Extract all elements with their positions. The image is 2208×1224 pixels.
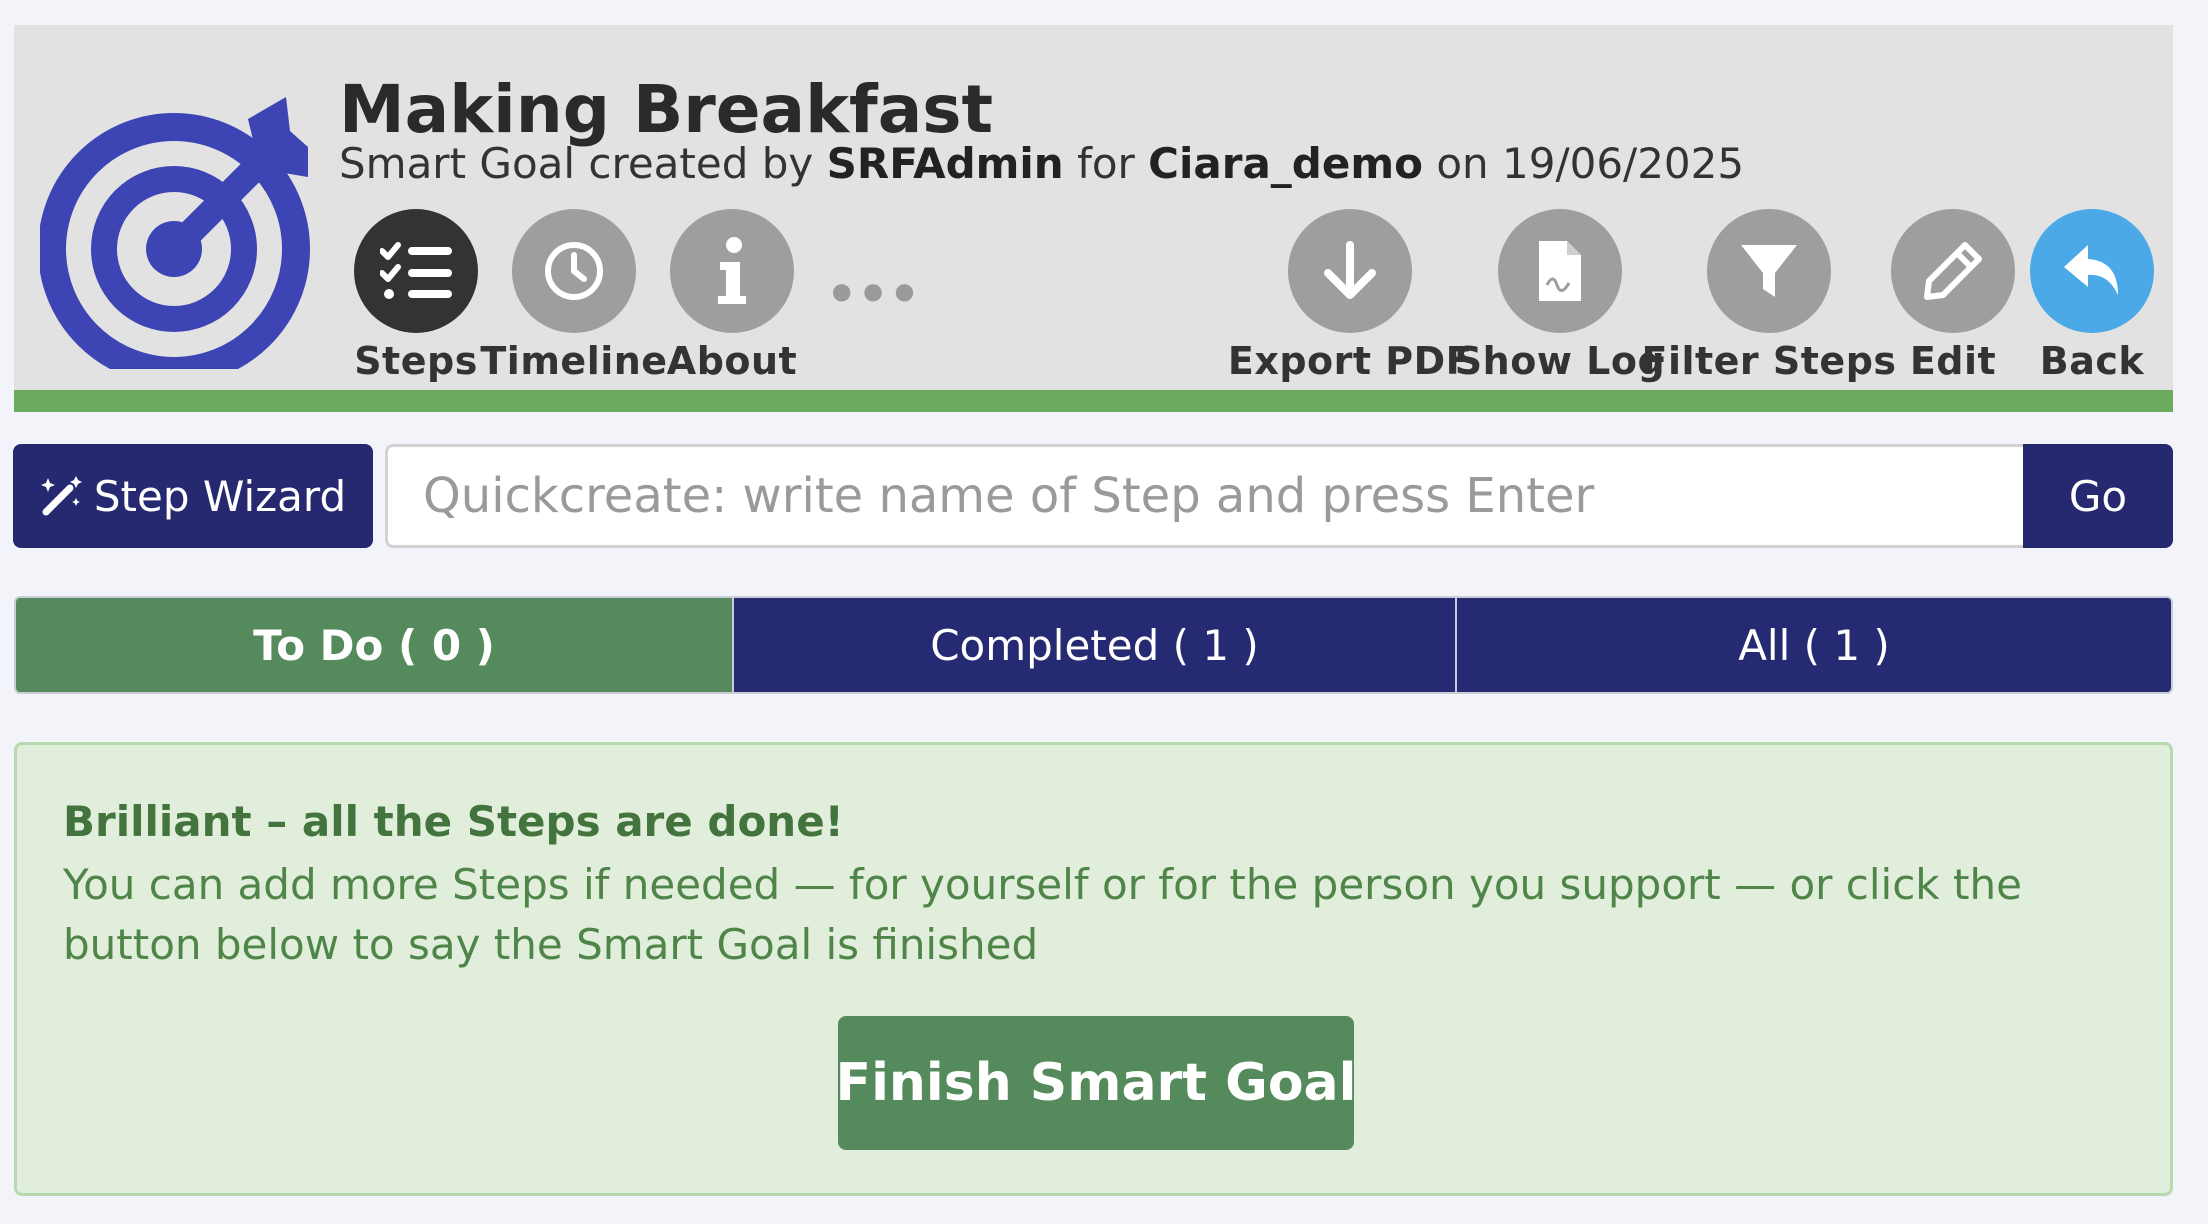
checklist-icon xyxy=(354,209,478,333)
download-icon xyxy=(1288,209,1412,333)
about-button[interactable]: About xyxy=(622,209,842,389)
creator-name: SRFAdmin xyxy=(826,139,1064,188)
magic-wand-icon xyxy=(40,476,82,516)
all-done-panel: Brilliant – all the Steps are done! You … xyxy=(14,742,2173,1196)
export-pdf-button[interactable]: Export PDF xyxy=(1228,209,1472,389)
steps-label: Steps xyxy=(354,339,478,383)
show-log-button[interactable]: Show Log xyxy=(1450,209,1670,389)
all-done-message: You can add more Steps if needed — for y… xyxy=(63,860,2022,969)
go-button[interactable]: Go xyxy=(2023,444,2173,548)
target-icon xyxy=(40,97,310,369)
all-done-title: Brilliant – all the Steps are done! xyxy=(63,797,844,846)
goal-subtitle: Smart Goal created by SRFAdmin for Ciara… xyxy=(339,139,1744,188)
header-accent-bar xyxy=(14,390,2173,412)
filter-icon xyxy=(1707,209,1831,333)
subtitle-prefix: Smart Goal created by xyxy=(339,139,814,188)
step-filter-tabs: To Do ( 0 ) Completed ( 1 ) All ( 1 ) xyxy=(14,596,2173,694)
tab-all[interactable]: All ( 1 ) xyxy=(1455,598,2171,692)
show-log-label: Show Log xyxy=(1454,339,1666,383)
tab-completed[interactable]: Completed ( 1 ) xyxy=(732,598,1455,692)
finish-smart-goal-button[interactable]: Finish Smart Goal xyxy=(836,1016,1356,1150)
back-arrow-icon xyxy=(2030,209,2154,333)
back-button[interactable]: Back xyxy=(1982,209,2202,389)
document-icon xyxy=(1498,209,1622,333)
subtitle-on: on xyxy=(1436,139,1489,188)
target-user-name: Ciara_demo xyxy=(1148,139,1423,188)
quickcreate-input[interactable] xyxy=(385,444,2025,548)
created-date: 19/06/2025 xyxy=(1502,139,1745,188)
more-icon[interactable]: ••• xyxy=(824,265,922,325)
export-pdf-label: Export PDF xyxy=(1227,339,1473,383)
info-icon xyxy=(670,209,794,333)
about-label: About xyxy=(666,339,798,383)
step-wizard-button[interactable]: Step Wizard xyxy=(13,444,373,548)
page-title: Making Breakfast xyxy=(339,71,994,148)
tab-to-do[interactable]: To Do ( 0 ) xyxy=(16,598,732,692)
back-label: Back xyxy=(2039,339,2145,383)
clock-icon xyxy=(512,209,636,333)
goal-header: Making Breakfast Smart Goal created by S… xyxy=(14,25,2173,412)
subtitle-for: for xyxy=(1077,139,1135,188)
step-wizard-label: Step Wizard xyxy=(93,471,347,521)
